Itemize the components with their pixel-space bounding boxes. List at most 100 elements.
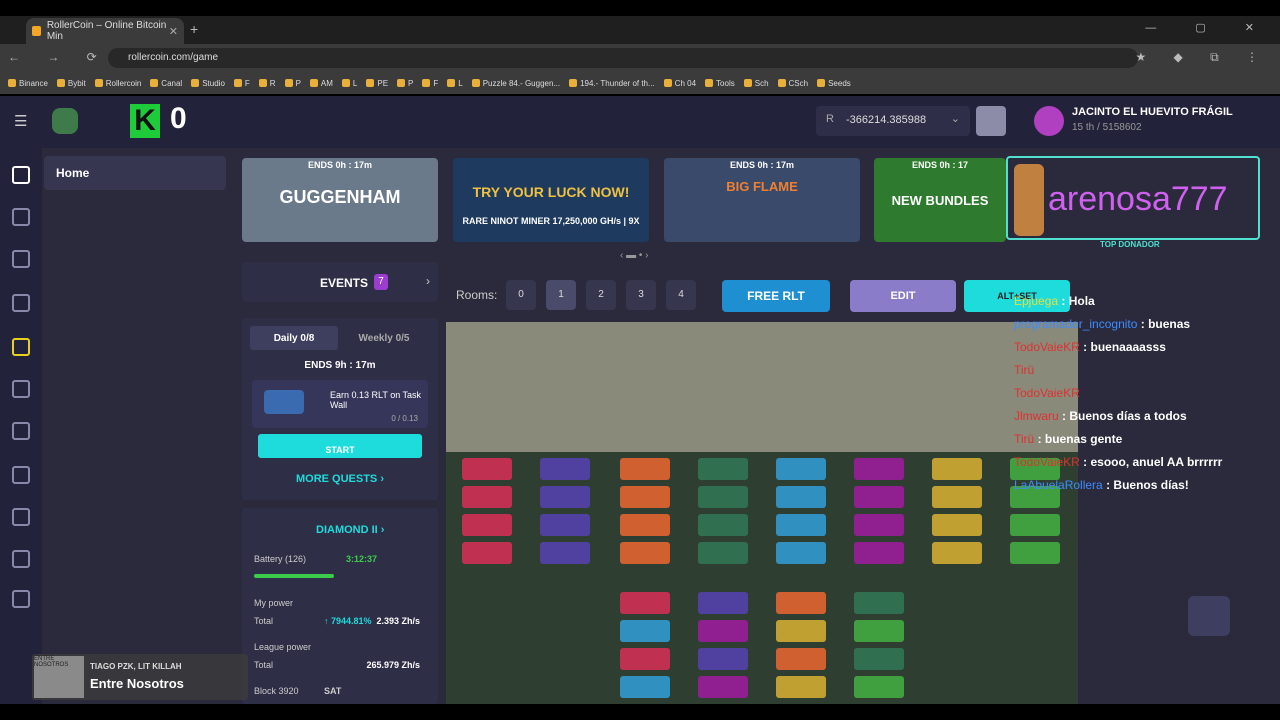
miner-item[interactable]	[620, 592, 670, 614]
tab-daily[interactable]: Daily 0/8	[250, 326, 338, 350]
edit-button[interactable]: EDIT	[850, 280, 956, 312]
avatar[interactable]	[1034, 106, 1064, 136]
miner-item[interactable]	[698, 676, 748, 698]
miner-item[interactable]	[776, 648, 826, 670]
miner-item[interactable]	[620, 514, 670, 536]
bookmark-item[interactable]: Studio	[191, 79, 225, 88]
menu-icon[interactable]: ☰	[14, 112, 27, 130]
start-button[interactable]: START	[258, 434, 422, 458]
bookmark-item[interactable]: 194.- Thunder of th...	[569, 79, 655, 88]
room-button-4[interactable]: 4	[666, 280, 696, 310]
banner-big-flame[interactable]: ENDS 0h : 17m BIG FLAME	[664, 158, 860, 242]
miner-item[interactable]	[1010, 542, 1060, 564]
room-button-3[interactable]: 3	[626, 280, 656, 310]
miner-item[interactable]	[854, 486, 904, 508]
close-tab-icon[interactable]: ✕	[169, 25, 178, 38]
bookmark-item[interactable]: P	[397, 79, 413, 88]
miner-item[interactable]	[698, 542, 748, 564]
miner-item[interactable]	[540, 514, 590, 536]
miner-item[interactable]	[776, 676, 826, 698]
bookmark-item[interactable]: Seeds	[817, 79, 851, 88]
gamepad-icon[interactable]	[12, 208, 30, 226]
calendar-check-icon[interactable]	[12, 338, 30, 356]
miner-item[interactable]	[776, 486, 826, 508]
window-controls[interactable]: — ▢ ✕	[1145, 21, 1272, 34]
miner-item[interactable]	[698, 592, 748, 614]
cart-icon[interactable]	[12, 380, 30, 398]
league-name[interactable]: DIAMOND II ›	[316, 524, 384, 536]
bookmark-item[interactable]: R	[259, 79, 276, 88]
store-icon[interactable]	[12, 422, 30, 440]
cat-helper-button[interactable]	[1188, 596, 1230, 636]
new-tab-icon[interactable]: +	[190, 21, 198, 37]
bookmark-item[interactable]: F	[234, 79, 250, 88]
miner-item[interactable]	[776, 620, 826, 642]
miner-item[interactable]	[776, 514, 826, 536]
miner-item[interactable]	[1010, 514, 1060, 536]
miner-item[interactable]	[620, 648, 670, 670]
miner-item[interactable]	[620, 620, 670, 642]
bookmark-item[interactable]: Sch	[744, 79, 769, 88]
rollercoin-logo[interactable]	[52, 108, 78, 134]
bookmark-item[interactable]: PE	[366, 79, 388, 88]
news-icon[interactable]	[12, 590, 30, 608]
bookmark-item[interactable]: AM	[310, 79, 333, 88]
room-button-2[interactable]: 2	[586, 280, 616, 310]
events-panel[interactable]: EVENTS 7 ›	[242, 262, 438, 302]
bookmark-item[interactable]: L	[342, 79, 357, 88]
miner-item[interactable]	[854, 592, 904, 614]
miner-item[interactable]	[776, 458, 826, 480]
box-icon[interactable]	[12, 294, 30, 312]
miner-item[interactable]	[698, 620, 748, 642]
miner-item[interactable]	[540, 486, 590, 508]
miner-item[interactable]	[698, 648, 748, 670]
room-button-0[interactable]: 0	[506, 280, 536, 310]
rlt-icon[interactable]	[12, 250, 30, 268]
user-name[interactable]: JACINTO EL HUEVITO FRÁGIL	[1072, 106, 1233, 118]
miner-item[interactable]	[698, 458, 748, 480]
bookmark-item[interactable]: Puzzle 84.- Guggen...	[472, 79, 560, 88]
balance-selector[interactable]: R -366214.385988 ⌄	[816, 106, 970, 136]
banner-guggenham[interactable]: ENDS 0h : 17m GUGGENHAM	[242, 158, 438, 242]
miner-item[interactable]	[932, 542, 982, 564]
miner-item[interactable]	[620, 486, 670, 508]
bookmark-item[interactable]: Tools	[705, 79, 735, 88]
free-rlt-button[interactable]: FREE RLT	[722, 280, 830, 312]
mining-room[interactable]	[446, 322, 1078, 704]
bookmark-item[interactable]: Binance	[8, 79, 48, 88]
miner-item[interactable]	[854, 514, 904, 536]
bookmark-item[interactable]: F	[422, 79, 438, 88]
miner-item[interactable]	[854, 542, 904, 564]
wallet-button[interactable]	[976, 106, 1006, 136]
bookmark-item[interactable]: CSch	[778, 79, 809, 88]
url-field[interactable]: rollercoin.com/game	[108, 48, 1138, 68]
bookmark-item[interactable]: Rollercoin	[95, 79, 142, 88]
factory-icon[interactable]	[12, 550, 30, 568]
building-icon[interactable]	[12, 466, 30, 484]
bookmark-item[interactable]: Canal	[150, 79, 182, 88]
room-button-1[interactable]: 1	[546, 280, 576, 310]
miner-item[interactable]	[854, 458, 904, 480]
banner-try-luck[interactable]: TRY YOUR LUCK NOW! RARE NINOT MINER 17,2…	[453, 158, 649, 242]
miner-item[interactable]	[620, 676, 670, 698]
miner-item[interactable]	[776, 592, 826, 614]
miner-item[interactable]	[854, 648, 904, 670]
extensions-icons[interactable]: ★ ◆ ⧉ ⋮	[1135, 50, 1270, 65]
miner-item[interactable]	[698, 514, 748, 536]
bookmark-item[interactable]: Bybit	[57, 79, 86, 88]
miner-item[interactable]	[462, 486, 512, 508]
miner-item[interactable]	[854, 676, 904, 698]
miner-item[interactable]	[932, 514, 982, 536]
home-icon[interactable]	[12, 166, 30, 184]
carousel-dots[interactable]: ‹ ▬ • ›	[620, 250, 649, 261]
miner-item[interactable]	[620, 458, 670, 480]
miner-item[interactable]	[462, 458, 512, 480]
miner-item[interactable]	[698, 486, 748, 508]
banner-new-bundles[interactable]: ENDS 0h : 17 NEW BUNDLES	[874, 158, 1006, 242]
more-quests-link[interactable]: MORE QUESTS ›	[242, 473, 438, 485]
miner-item[interactable]	[540, 542, 590, 564]
miner-item[interactable]	[854, 620, 904, 642]
miner-item[interactable]	[462, 542, 512, 564]
trophy-icon[interactable]	[12, 508, 30, 526]
miner-item[interactable]	[540, 458, 590, 480]
